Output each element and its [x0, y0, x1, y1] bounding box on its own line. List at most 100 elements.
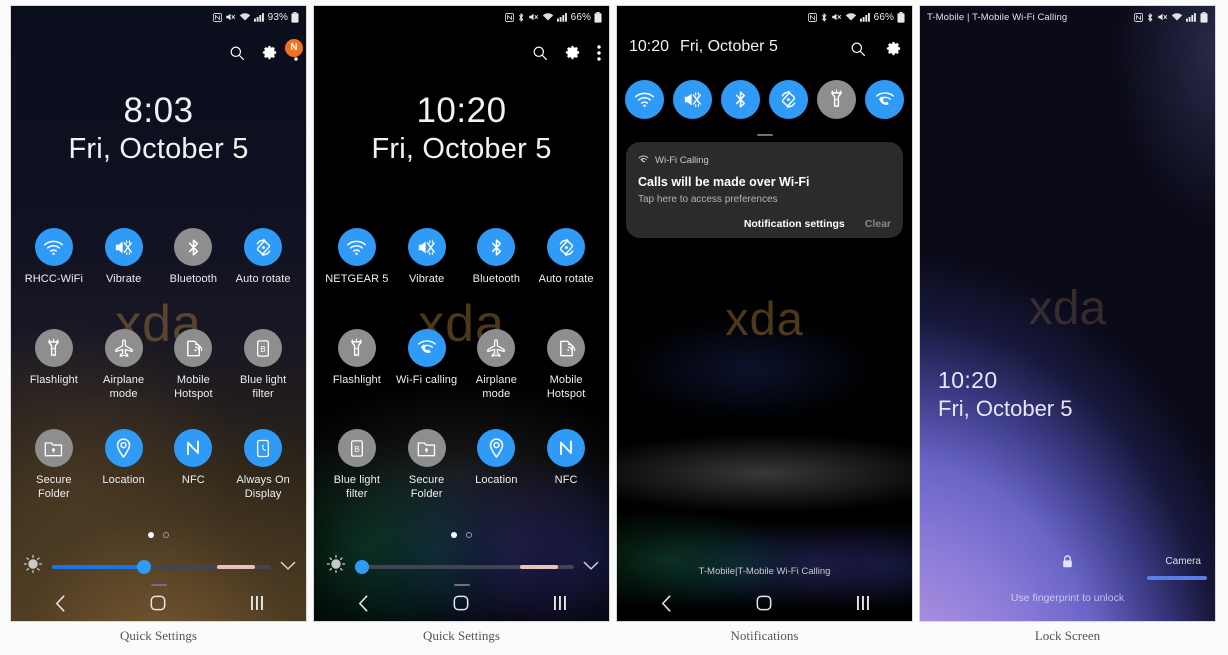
hotspot-icon[interactable]	[547, 329, 586, 367]
blue-light-filter-icon[interactable]: B	[337, 429, 376, 467]
vibrate-icon[interactable]	[407, 228, 446, 266]
status-bar-right	[1134, 11, 1208, 23]
quick-settings-tile[interactable]: Bluetooth	[159, 228, 229, 287]
recents-button[interactable]	[530, 588, 590, 618]
chevron-down-icon[interactable]	[280, 558, 296, 576]
location-icon[interactable]	[477, 429, 516, 467]
gear-icon[interactable]	[564, 44, 581, 61]
more-options-icon[interactable]: N	[285, 38, 303, 61]
carrier-label: T-Mobile | T-Mobile Wi-Fi Calling	[927, 11, 1068, 23]
search-icon[interactable]	[532, 45, 548, 61]
bluetooth-icon[interactable]	[477, 228, 516, 266]
recents-button[interactable]	[833, 588, 893, 618]
quick-settings-tile[interactable]: NFC	[159, 429, 229, 502]
drag-handle[interactable]	[756, 134, 773, 136]
clear-button[interactable]: Clear	[865, 218, 891, 230]
tile-grid-row-2: Flashlight Airplane mode Mobile Hotspot B Bl…	[19, 329, 298, 402]
quick-settings-tile[interactable]: Location	[89, 429, 159, 502]
gear-icon[interactable]	[885, 40, 902, 62]
pager-dots[interactable]	[11, 532, 306, 538]
vibrate-icon[interactable]	[673, 80, 712, 119]
quick-settings-tile[interactable]: Location	[462, 429, 532, 502]
pager-dot[interactable]	[466, 532, 472, 538]
home-button[interactable]	[128, 588, 188, 618]
quick-settings-tile[interactable]: Bluetooth	[462, 228, 532, 287]
notification-subtitle: Tap here to access preferences	[638, 194, 778, 205]
quick-settings-tile[interactable]: Airplane mode	[89, 329, 159, 402]
brightness-slider[interactable]	[52, 559, 271, 574]
tile-label: Airplane mode	[103, 374, 145, 400]
quick-settings-tile[interactable]: Auto rotate	[531, 228, 601, 287]
home-button[interactable]	[734, 588, 794, 618]
pager-dot[interactable]	[163, 532, 169, 538]
quick-settings-tile[interactable]: B Blue light filter	[228, 329, 298, 402]
wifi-icon[interactable]	[34, 228, 73, 266]
quick-settings-tile[interactable]: Secure Folder	[392, 429, 462, 502]
vibrate-icon[interactable]	[104, 228, 143, 266]
more-options-icon[interactable]	[597, 44, 601, 61]
bluetooth-icon[interactable]	[174, 228, 213, 266]
pager-dots[interactable]	[314, 532, 609, 538]
quick-settings-tile[interactable]: Airplane mode	[462, 329, 532, 402]
airplane-icon[interactable]	[104, 329, 143, 367]
slider-knob[interactable]	[136, 559, 151, 574]
auto-rotate-icon[interactable]	[244, 228, 283, 266]
nfc-icon[interactable]	[174, 429, 213, 467]
quick-settings-tile[interactable]: Always On Display	[228, 429, 298, 502]
flashlight-icon[interactable]	[337, 329, 376, 367]
quick-settings-tile[interactable]: Mobile Hotspot	[159, 329, 229, 402]
nfc-icon[interactable]	[547, 429, 586, 467]
always-on-display-icon[interactable]	[244, 429, 283, 467]
slider-knob[interactable]	[354, 559, 369, 574]
notification-app-name: Wi-Fi Calling	[655, 154, 709, 166]
blue-light-filter-icon[interactable]: B	[244, 329, 283, 367]
secure-folder-icon[interactable]	[34, 429, 73, 467]
quick-settings-tile[interactable]: Vibrate	[89, 228, 159, 287]
secure-folder-icon[interactable]	[407, 429, 446, 467]
wifi-icon[interactable]	[337, 228, 376, 266]
quick-settings-tile[interactable]: Wi-Fi calling	[392, 329, 462, 402]
quick-settings-tile[interactable]: Auto rotate	[228, 228, 298, 287]
wifi-calling-icon[interactable]	[407, 329, 446, 367]
auto-rotate-icon[interactable]	[547, 228, 586, 266]
quick-settings-tile[interactable]: Vibrate	[392, 228, 462, 287]
location-icon[interactable]	[104, 429, 143, 467]
lock-clock-date: Fri, October 5	[938, 395, 1073, 421]
fingerprint-hint: Use fingerprint to unlock	[1010, 592, 1125, 604]
quick-settings-tile[interactable]: Secure Folder	[19, 429, 89, 502]
brightness-slider[interactable]	[354, 559, 574, 574]
bluetooth-icon	[517, 12, 525, 23]
quick-settings-tile[interactable]: RHCC-WiFi	[19, 228, 89, 287]
pager-dot[interactable]	[451, 532, 457, 538]
back-button[interactable]	[30, 588, 90, 618]
gear-icon[interactable]	[261, 44, 278, 61]
search-icon[interactable]	[850, 41, 866, 62]
back-button[interactable]	[333, 588, 393, 618]
notification-card[interactable]: Wi-Fi Calling Calls will be made over Wi…	[626, 142, 903, 238]
chevron-down-icon[interactable]	[583, 558, 599, 576]
bluetooth-icon[interactable]	[721, 80, 760, 119]
recents-button[interactable]	[227, 588, 287, 618]
quick-settings-tile[interactable]: NFC	[531, 429, 601, 502]
quick-settings-tile[interactable]: Flashlight	[19, 329, 89, 402]
xda-watermark: xda	[1028, 282, 1107, 335]
panel-quick-settings-1: 93% N 8:03 Fri, October 5 xda RHCC-WiFi …	[10, 5, 307, 622]
back-button[interactable]	[636, 588, 696, 618]
quick-settings-tile[interactable]: Flashlight	[322, 329, 392, 402]
flashlight-icon[interactable]	[817, 80, 856, 119]
pager-dot[interactable]	[148, 532, 154, 538]
hotspot-icon[interactable]	[174, 329, 213, 367]
camera-shortcut-label[interactable]: Camera	[1165, 556, 1201, 567]
auto-rotate-icon[interactable]	[769, 80, 808, 119]
home-button[interactable]	[431, 588, 491, 618]
flashlight-icon[interactable]	[34, 329, 73, 367]
notification-settings-button[interactable]: Notification settings	[744, 218, 845, 230]
quick-settings-tile[interactable]: NETGEAR 5	[322, 228, 392, 287]
quick-settings-tile[interactable]: B Blue light filter	[322, 429, 392, 502]
airplane-icon[interactable]	[477, 329, 516, 367]
search-icon[interactable]	[229, 45, 245, 61]
wifi-calling-icon[interactable]	[865, 80, 904, 119]
wifi-icon[interactable]	[625, 80, 664, 119]
quick-settings-tile[interactable]: Mobile Hotspot	[531, 329, 601, 402]
camera-shortcut-bar[interactable]	[1147, 576, 1207, 580]
